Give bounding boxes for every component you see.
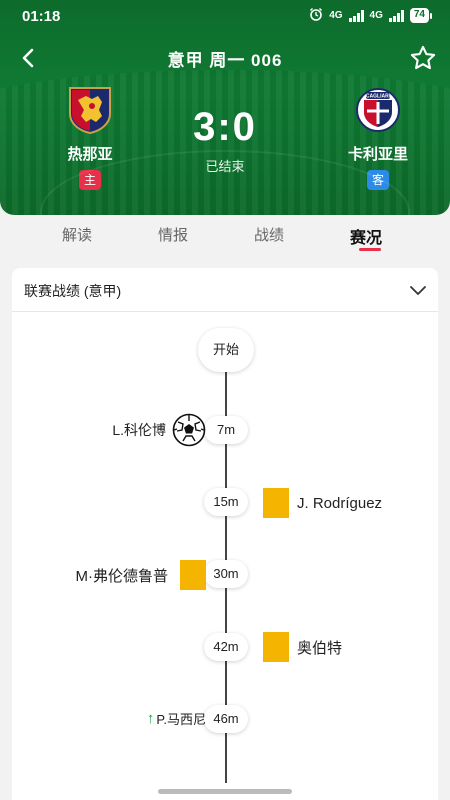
favorite-button[interactable] — [406, 42, 440, 74]
event-minute: 15m — [204, 488, 248, 516]
event-player: M·弗伦德鲁普 — [75, 567, 169, 585]
network-label-1: 4G — [329, 10, 343, 21]
away-team-name: 卡利亚里 — [347, 146, 408, 163]
event-minute: 30m — [204, 560, 248, 588]
tab-bar: 解读 情报 战绩 赛况 — [0, 218, 450, 258]
nav-bar: 意甲 周一 006 — [0, 40, 450, 74]
event-yellow-card: 奥伯特 — [263, 632, 342, 662]
signal-icon-1 — [348, 9, 364, 22]
signal-icon-2 — [388, 9, 404, 22]
star-icon — [410, 45, 436, 70]
status-time: 01:18 — [22, 8, 61, 25]
home-badge: 主 — [79, 170, 101, 190]
section-title: 联赛战绩 (意甲) — [24, 283, 122, 299]
tab-live[interactable]: 赛况 — [350, 224, 382, 248]
away-badge: 客 — [367, 170, 389, 190]
yellow-card-icon — [263, 632, 289, 662]
tab-intel[interactable]: 情报 — [158, 224, 188, 245]
sub-in-arrow-icon: ↑ — [146, 710, 155, 727]
away-team-crest-icon: CAGLIARI — [356, 88, 400, 132]
chevron-down-icon[interactable] — [408, 280, 428, 300]
away-crest-text: CAGLIARI — [366, 94, 391, 100]
event-yellow-card: J. Rodríguez — [263, 488, 382, 518]
event-player: J. Rodríguez — [297, 494, 383, 512]
event-player: L.科伦博 — [112, 422, 166, 438]
event-player: 奥伯特 — [297, 639, 343, 657]
event-minute: 42m — [204, 633, 248, 661]
timeline-start: 开始 — [198, 328, 254, 372]
match-header: 01:18 4G 4G 74 意甲 周一 006 热那亚 主 3:0 已结束 C… — [0, 0, 450, 215]
section-header[interactable]: 联赛战绩 (意甲) — [12, 268, 438, 312]
event-minute: 7m — [204, 416, 248, 444]
event-yellow-card: M·弗伦德鲁普 — [75, 560, 206, 590]
away-team[interactable]: CAGLIARI 卡利亚里 客 — [328, 86, 428, 190]
alarm-icon — [309, 7, 323, 24]
battery-icon: 74 — [409, 8, 432, 23]
event-substitution: ↑ P.马西尼 — [147, 709, 206, 728]
event-player: P.马西尼 — [156, 712, 206, 727]
tab-analysis[interactable]: 解读 — [62, 224, 92, 245]
page-title: 意甲 周一 006 — [167, 51, 283, 70]
events-card: 联赛战绩 (意甲) 开始 7m L.科伦博 15m J. Rodríguez 3… — [12, 268, 438, 800]
event-minute: 46m — [204, 705, 248, 733]
event-goal: L.科伦博 — [112, 413, 206, 447]
status-icons: 4G 4G 74 — [309, 7, 432, 24]
yellow-card-icon — [180, 560, 206, 590]
tab-record[interactable]: 战绩 — [254, 224, 284, 245]
home-indicator[interactable] — [158, 789, 292, 794]
soccer-ball-icon — [172, 413, 206, 447]
active-tab-indicator — [359, 248, 381, 251]
yellow-card-icon — [263, 488, 289, 518]
network-label-2: 4G — [369, 10, 383, 21]
status-bar: 01:18 4G 4G 74 — [0, 0, 450, 34]
battery-level: 74 — [409, 8, 429, 23]
